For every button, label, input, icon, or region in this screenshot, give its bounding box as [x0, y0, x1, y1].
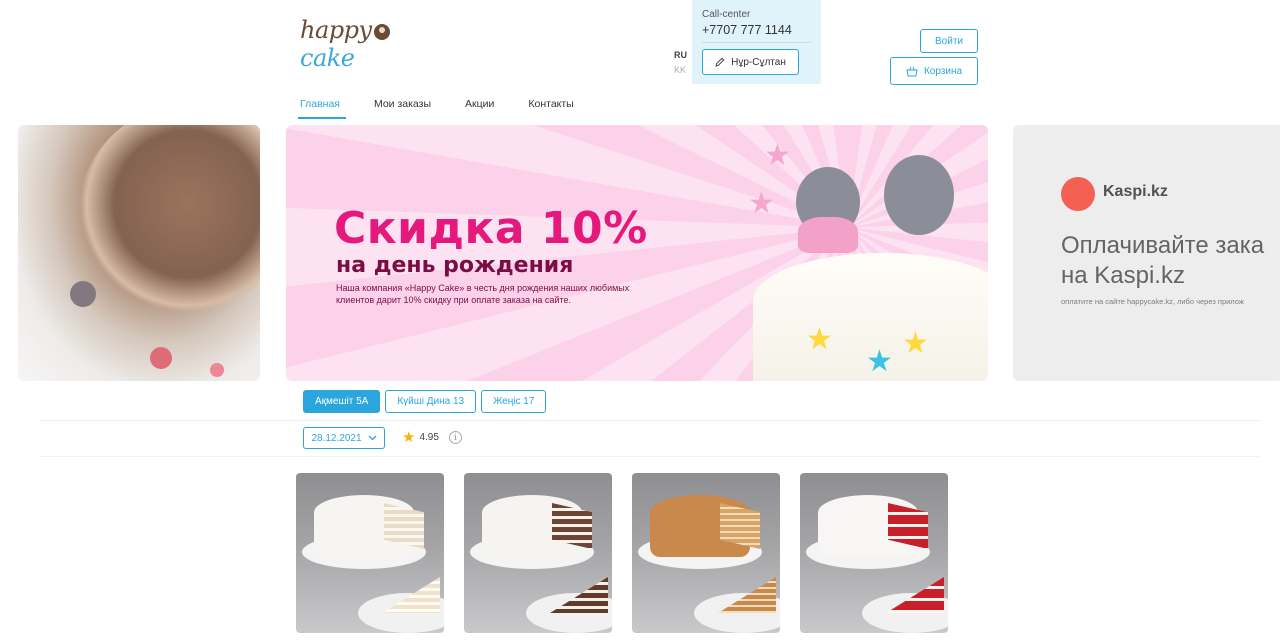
cart-button[interactable]: Корзина	[890, 57, 978, 85]
logo-text: happycake	[300, 16, 396, 72]
cart-label: Корзина	[923, 65, 963, 77]
yellow-star-decoration: ★	[902, 327, 929, 360]
rating-value: 4.95	[419, 432, 439, 443]
nav-home[interactable]: Главная	[298, 95, 346, 119]
info-icon[interactable]: i	[448, 431, 462, 444]
bear-figure-right	[884, 155, 954, 235]
carousel-slide-prev[interactable]	[18, 125, 260, 381]
promo-title: Скидка 10%	[334, 203, 648, 254]
rating: ★ 4.95 i	[402, 430, 462, 445]
kaspi-brand: Kaspi.kz	[1103, 183, 1168, 200]
bear-dress	[798, 217, 858, 253]
divider	[40, 456, 1260, 457]
date-value: 28.12.2021	[311, 432, 362, 444]
logo-part-happy: happy	[300, 16, 372, 44]
call-center-panel: Call-center +7707 777 1144 Нұр-Сұлтан	[692, 0, 821, 84]
branch-kuishi-dina[interactable]: Күйші Дина 13	[385, 390, 477, 413]
blue-star-decoration: ★	[866, 345, 893, 378]
kaspi-logo-icon	[1061, 177, 1095, 211]
product-card-1[interactable]	[296, 473, 444, 633]
product-card-4[interactable]	[800, 473, 948, 633]
nav-contacts[interactable]: Контакты	[528, 95, 573, 119]
city-label: Нұр-Сұлтан	[731, 56, 786, 68]
call-center-phone[interactable]: +7707 777 1144	[702, 23, 811, 43]
branch-tabs: Ақмешіт 5А Күйші Дина 13 Жеңіс 17	[303, 390, 547, 413]
chocolate-cake-image	[78, 125, 260, 325]
logo[interactable]: happycake	[300, 16, 396, 72]
kaspi-headline-line1: Оплачивайте зака	[1061, 232, 1265, 259]
pink-star-decoration: ★	[764, 139, 791, 172]
nav-promotions[interactable]: Акции	[465, 95, 494, 119]
logo-part-cake: cake	[300, 44, 355, 72]
nav-my-orders[interactable]: Мои заказы	[374, 95, 431, 119]
product-card-2[interactable]	[464, 473, 612, 633]
lang-ru[interactable]: RU	[674, 48, 687, 63]
kaspi-headline-line2: на Kaspi.kz	[1061, 262, 1185, 289]
star-icon: ★	[402, 429, 416, 446]
yellow-star-decoration: ★	[806, 323, 833, 356]
login-button[interactable]: Войти	[920, 29, 978, 53]
main-nav: Главная Мои заказы Акции Контакты	[298, 95, 608, 119]
kaspi-note: оплатите на сайте happycake.kz, либо чер…	[1061, 297, 1244, 306]
branch-zhenis[interactable]: Жеңіс 17	[481, 390, 547, 413]
product-card-3[interactable]	[632, 473, 780, 633]
lang-kk[interactable]: KK	[674, 63, 687, 78]
date-select[interactable]: 28.12.2021	[303, 427, 385, 449]
cup-icon	[373, 23, 390, 40]
pencil-icon	[715, 57, 725, 67]
chevron-down-icon	[368, 435, 376, 441]
language-switcher: RU KK	[674, 48, 687, 78]
city-select-button[interactable]: Нұр-Сұлтан	[702, 49, 799, 75]
promo-subtitle: на день рождения	[336, 253, 574, 278]
divider	[40, 420, 1260, 421]
call-center-label: Call-center	[702, 9, 751, 20]
pink-star-decoration: ★	[748, 187, 775, 220]
heart-decoration	[210, 363, 224, 377]
carousel-slide-kaspi[interactable]: Kaspi.kz Оплачивайте зака на Kaspi.kz оп…	[1013, 125, 1280, 381]
carousel-slide-birthday-promo[interactable]: Скидка 10% на день рождения Наша компани…	[286, 125, 988, 381]
blackberry-decoration	[70, 281, 96, 307]
product-grid	[296, 473, 948, 633]
branch-akmeshit[interactable]: Ақмешіт 5А	[303, 390, 381, 413]
raspberry-decoration	[150, 347, 172, 369]
basket-icon	[906, 66, 918, 76]
kaspi-headline: Оплачивайте зака на Kaspi.kz	[1061, 231, 1264, 291]
promo-description: Наша компания «Happy Cake» в честь дня р…	[336, 283, 630, 305]
